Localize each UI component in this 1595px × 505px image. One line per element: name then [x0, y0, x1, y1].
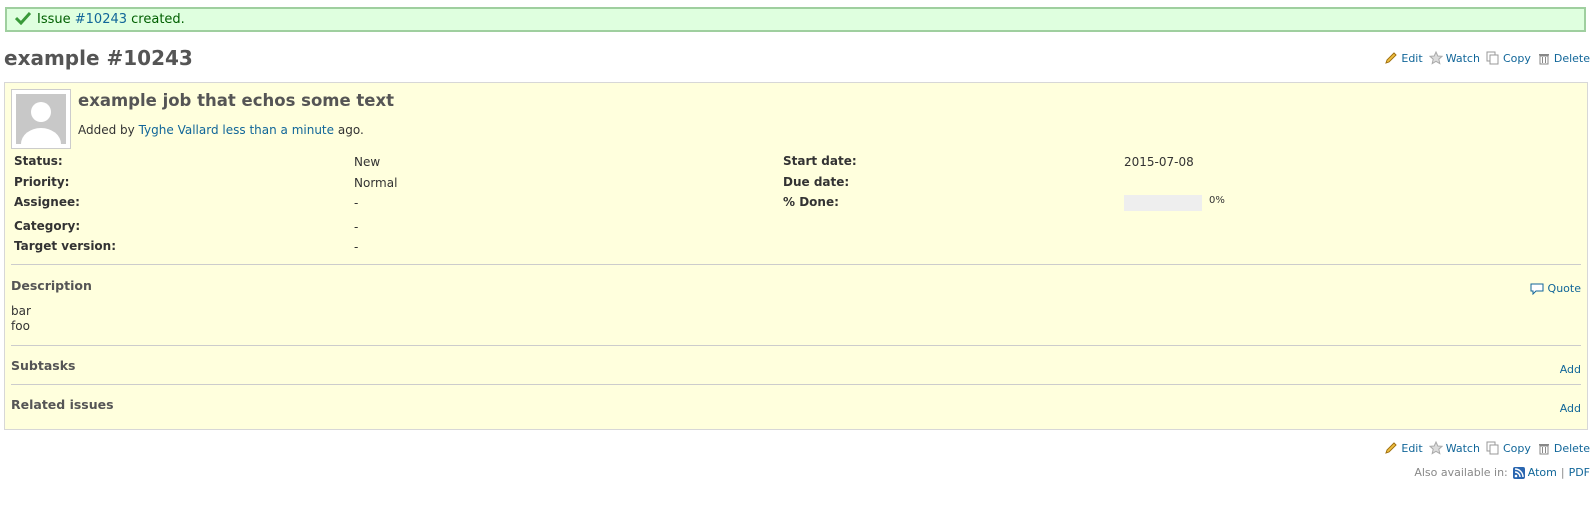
done-percent: 0%: [1209, 195, 1225, 206]
divider: [11, 264, 1581, 265]
quote-label: Quote: [1547, 282, 1581, 295]
issue-panel: example job that echos some text Added b…: [4, 82, 1588, 430]
author-line: Added by Tyghe Vallard less than a minut…: [78, 123, 364, 137]
copy-button[interactable]: Copy: [1486, 441, 1531, 455]
atom-link[interactable]: Atom: [1528, 466, 1557, 479]
contextual-actions-bottom: Edit Watch Copy Delete: [1378, 440, 1590, 455]
delete-button[interactable]: Delete: [1537, 441, 1590, 455]
delete-label: Delete: [1553, 441, 1590, 455]
watch-button[interactable]: Watch: [1428, 440, 1480, 455]
pencil-icon: [1384, 51, 1398, 65]
description-text: bar foo: [11, 304, 31, 334]
edit-label: Edit: [1401, 441, 1423, 455]
edit-label: Edit: [1401, 51, 1423, 65]
flash-notice: Issue #10243 created.: [5, 7, 1586, 32]
add-subtask-button[interactable]: Add: [1560, 363, 1581, 376]
edit-button[interactable]: Edit: [1384, 441, 1423, 455]
flash-prefix: Issue: [37, 12, 71, 27]
assignee-label: Assignee:: [14, 195, 80, 209]
watch-button[interactable]: Watch: [1428, 50, 1480, 65]
priority-value: Normal: [354, 176, 398, 190]
copy-label: Copy: [1502, 441, 1531, 455]
delete-button[interactable]: Delete: [1537, 51, 1590, 65]
target-version-value: -: [354, 240, 359, 254]
pencil-icon: [1384, 441, 1398, 455]
also-available-label: Also available in:: [1414, 466, 1508, 479]
star-icon: [1428, 50, 1443, 65]
priority-label: Priority:: [14, 175, 70, 189]
issue-subject: example job that echos some text: [78, 91, 395, 110]
target-version-label: Target version:: [14, 239, 117, 253]
added-by-prefix: Added by: [78, 123, 135, 137]
quote-button[interactable]: Quote: [1530, 282, 1581, 295]
description-line: bar: [11, 304, 31, 318]
edit-button[interactable]: Edit: [1384, 51, 1423, 65]
divider: [11, 384, 1581, 385]
due-date-label: Due date:: [783, 175, 850, 189]
category-value: -: [354, 220, 359, 234]
delete-label: Delete: [1553, 51, 1590, 65]
subtasks-title: Subtasks: [11, 358, 76, 373]
description-title: Description: [11, 278, 92, 293]
default-avatar-icon: [16, 94, 66, 144]
comment-icon: [1530, 283, 1544, 295]
copy-button[interactable]: Copy: [1486, 51, 1531, 65]
related-issues-title: Related issues: [11, 397, 114, 412]
feed-icon: [1512, 466, 1525, 479]
copy-icon: [1486, 441, 1500, 455]
watch-label: Watch: [1445, 441, 1480, 455]
status-label: Status:: [14, 154, 63, 168]
description-line: foo: [11, 319, 30, 333]
trash-icon: [1537, 51, 1551, 65]
assignee-value: -: [354, 196, 359, 210]
flash-issue-link[interactable]: #10243: [75, 12, 127, 27]
pdf-link[interactable]: PDF: [1569, 466, 1590, 479]
checkmark-icon: [14, 11, 32, 26]
contextual-actions-top: Edit Watch Copy Delete: [1378, 50, 1590, 65]
watch-label: Watch: [1445, 51, 1480, 65]
divider: [11, 345, 1581, 346]
link-separator: |: [1560, 466, 1565, 479]
avatar: [11, 89, 71, 149]
add-related-issue-button[interactable]: Add: [1560, 402, 1581, 415]
star-icon: [1428, 440, 1443, 455]
trash-icon: [1537, 441, 1551, 455]
done-progress-bar: [1124, 195, 1202, 211]
copy-icon: [1486, 51, 1500, 65]
author-link[interactable]: Tyghe Vallard: [139, 123, 219, 137]
page-title: example #10243: [4, 46, 193, 70]
done-label: % Done:: [783, 195, 839, 209]
time-suffix: ago.: [337, 123, 364, 137]
category-label: Category:: [14, 219, 81, 233]
flash-suffix: created.: [131, 12, 185, 27]
export-formats: Also available in: Atom | PDF: [1414, 466, 1590, 479]
status-value: New: [354, 155, 381, 169]
start-date-label: Start date:: [783, 154, 857, 168]
copy-label: Copy: [1502, 51, 1531, 65]
start-date-value: 2015-07-08: [1124, 155, 1194, 169]
time-link[interactable]: less than a minute: [222, 123, 334, 137]
